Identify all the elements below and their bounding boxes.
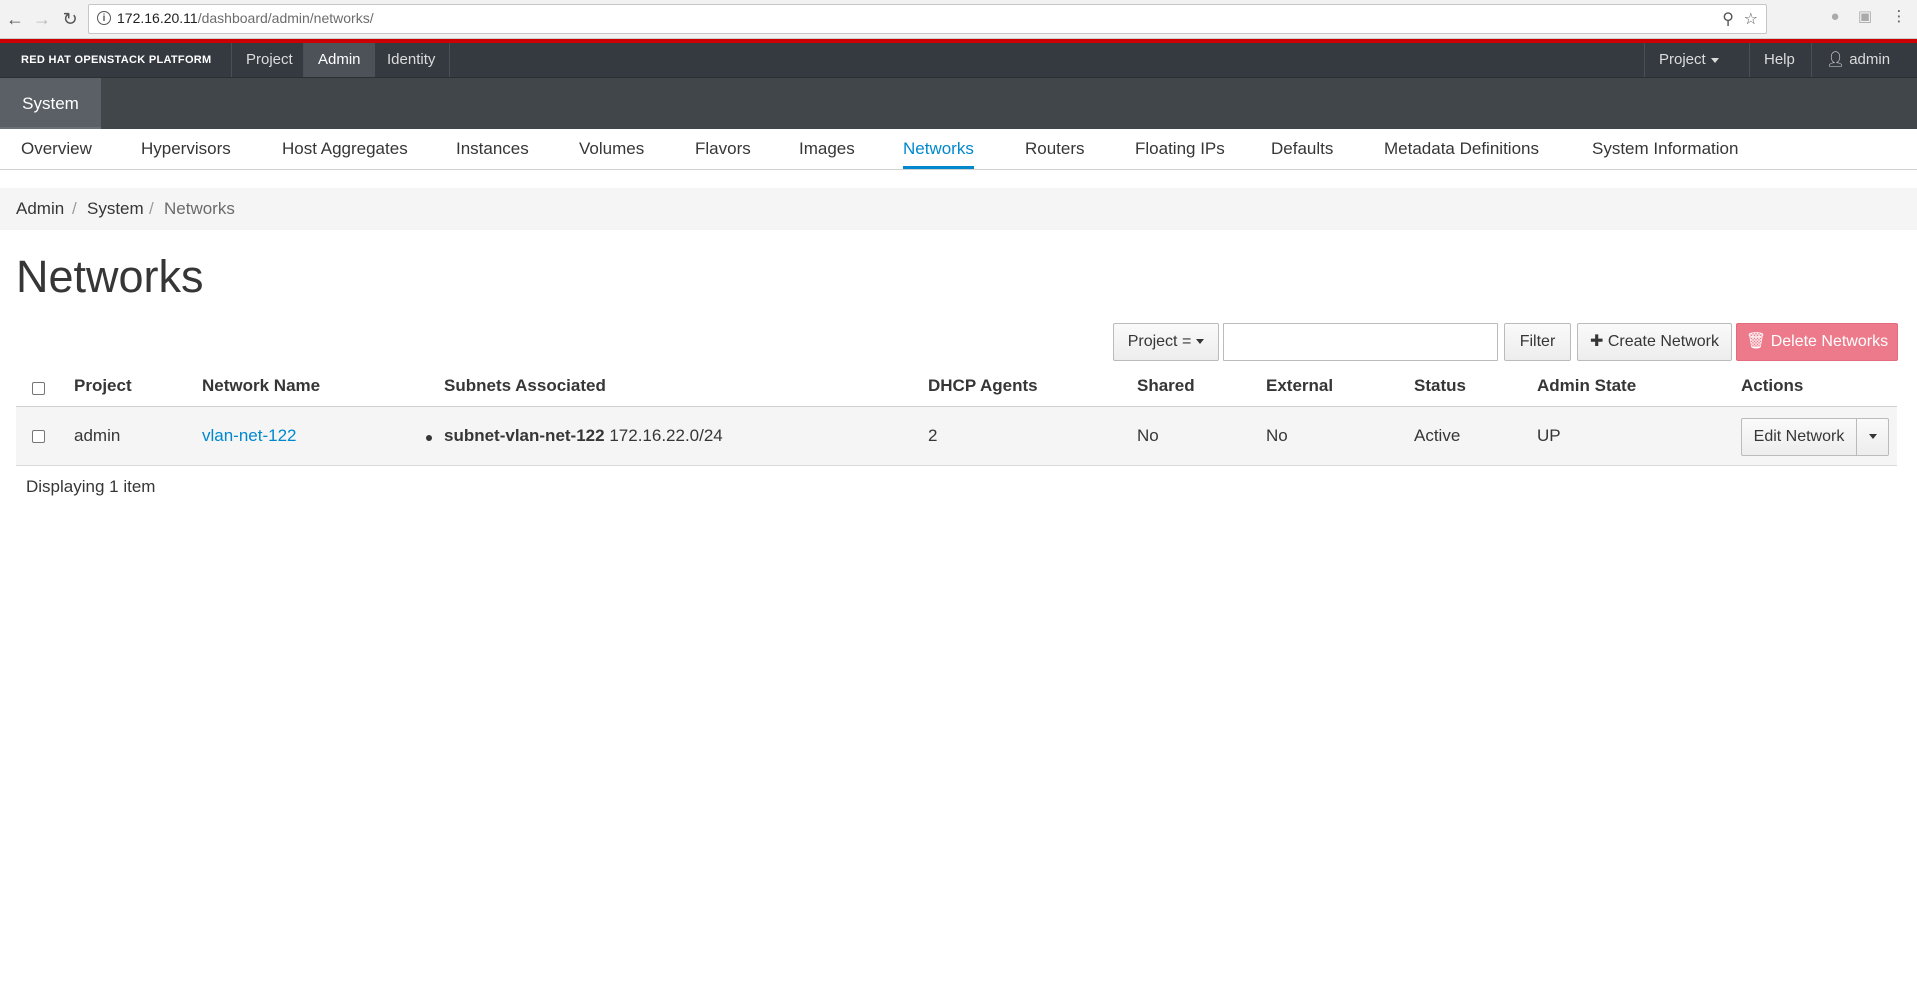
filter-button[interactable]: Filter [1504, 323, 1571, 361]
chevron-down-icon [1710, 57, 1719, 63]
nav-identity[interactable]: Identity [372, 43, 451, 77]
site-info-icon[interactable]: i [97, 11, 111, 25]
breadcrumb: Admin / System / Networks [0, 188, 1917, 230]
bookmark-star-icon[interactable]: ☆ [1744, 9, 1758, 29]
brand-logo: RED HAT OPENSTACK PLATFORM [21, 54, 212, 66]
zoom-icon[interactable]: ⚲ [1722, 9, 1734, 29]
row-status: Active [1414, 426, 1461, 445]
tab-volumes[interactable]: Volumes [579, 129, 644, 169]
page-title: Networks [16, 251, 204, 302]
col-dhcp-agents[interactable]: DHCP Agents [928, 376, 1038, 396]
extension-icon[interactable]: ● [1827, 9, 1843, 25]
breadcrumb-separator: / [72, 199, 77, 218]
row-shared: No [1137, 426, 1159, 445]
project-dropdown-label: Project [1659, 51, 1706, 68]
subnet-entry: subnet-vlan-net-122 172.16.22.0/24 [444, 426, 723, 446]
tab-routers[interactable]: Routers [1025, 129, 1085, 169]
admin-tabs: Overview Hypervisors Host Aggregates Ins… [0, 129, 1917, 170]
row-external: No [1266, 426, 1288, 445]
tab-images[interactable]: Images [799, 129, 855, 169]
section-bar: System [0, 78, 1917, 129]
row-project: admin [74, 426, 121, 445]
tab-system-information[interactable]: System Information [1592, 129, 1738, 169]
breadcrumb-separator: / [149, 199, 154, 218]
address-bar[interactable]: i 172.16.20.11/dashboard/admin/networks/… [88, 4, 1767, 34]
item-count: Displaying 1 item [26, 477, 156, 496]
subnet-name: subnet-vlan-net-122 [444, 426, 605, 445]
tab-defaults[interactable]: Defaults [1271, 129, 1333, 169]
col-project[interactable]: Project [74, 376, 132, 396]
tab-hypervisors[interactable]: Hypervisors [141, 129, 231, 169]
col-status[interactable]: Status [1414, 376, 1466, 396]
top-navbar: RED HAT OPENSTACK PLATFORM Project Admin… [0, 43, 1917, 97]
table-header: Project Network Name Subnets Associated … [16, 368, 1897, 408]
table-row: admin vlan-net-122 subnet-vlan-net-122 1… [16, 407, 1897, 466]
actions-dropdown-toggle[interactable] [1857, 418, 1889, 456]
tab-floating-ips[interactable]: Floating IPs [1135, 129, 1225, 169]
browser-toolbar: ← → ↻ i 172.16.20.11/dashboard/admin/net… [0, 0, 1917, 39]
row-checkbox[interactable] [32, 430, 45, 443]
filter-field-label: Project = [1127, 333, 1192, 350]
reload-icon[interactable]: ↻ [59, 8, 81, 30]
tab-metadata-definitions[interactable]: Metadata Definitions [1384, 129, 1539, 169]
row-actions: Edit Network [1741, 418, 1889, 456]
delete-networks-button[interactable]: 🗑︎ Delete Networks [1736, 323, 1898, 361]
create-network-label: Create Network [1607, 333, 1719, 350]
edit-network-button[interactable]: Edit Network [1741, 418, 1857, 456]
row-dhcp-agents: 2 [928, 426, 938, 445]
create-network-button[interactable]: ✚ Create Network [1577, 323, 1732, 361]
breadcrumb-system[interactable]: System [87, 188, 144, 230]
col-network-name[interactable]: Network Name [202, 376, 320, 396]
network-name-link[interactable]: vlan-net-122 [202, 426, 297, 446]
help-link[interactable]: Help [1749, 43, 1809, 77]
nav-project[interactable]: Project [231, 43, 307, 77]
cast-icon[interactable]: ▣ [1857, 9, 1873, 25]
select-all-checkbox[interactable] [32, 382, 45, 395]
breadcrumb-networks: Networks [164, 199, 235, 218]
filter-input[interactable] [1223, 323, 1498, 361]
tab-instances[interactable]: Instances [456, 129, 529, 169]
user-icon: 👤︎ [1826, 51, 1846, 68]
user-name: admin [1849, 51, 1891, 68]
trash-icon: 🗑︎ [1745, 333, 1767, 350]
url-text[interactable]: 172.16.20.11/dashboard/admin/networks/ [117, 10, 374, 26]
project-dropdown[interactable]: Project [1644, 43, 1733, 77]
tab-networks[interactable]: Networks [903, 129, 974, 169]
col-subnets-associated[interactable]: Subnets Associated [444, 376, 606, 396]
breadcrumb-admin[interactable]: Admin [16, 188, 64, 230]
filter-field-dropdown[interactable]: Project = [1113, 323, 1219, 361]
plus-icon: ✚ [1589, 333, 1604, 350]
col-shared[interactable]: Shared [1137, 376, 1195, 396]
subnet-cidr: 172.16.22.0/24 [609, 426, 723, 445]
list-bullet [426, 435, 432, 441]
section-system[interactable]: System [0, 78, 101, 129]
col-actions: Actions [1741, 376, 1804, 395]
menu-dots-icon[interactable]: ⋮ [1891, 9, 1907, 25]
caret-down-icon [1868, 434, 1877, 440]
back-icon[interactable]: ← [4, 8, 26, 30]
caret-down-icon [1196, 339, 1205, 345]
tab-flavors[interactable]: Flavors [695, 129, 751, 169]
row-admin-state: UP [1537, 426, 1561, 445]
nav-admin[interactable]: Admin [303, 43, 375, 77]
tab-host-aggregates[interactable]: Host Aggregates [282, 129, 408, 169]
tab-overview[interactable]: Overview [21, 129, 92, 169]
user-menu[interactable]: 👤︎ admin [1811, 43, 1917, 97]
forward-icon[interactable]: → [31, 8, 53, 30]
col-admin-state[interactable]: Admin State [1537, 376, 1636, 396]
delete-networks-label: Delete Networks [1770, 333, 1889, 350]
col-external[interactable]: External [1266, 376, 1333, 396]
